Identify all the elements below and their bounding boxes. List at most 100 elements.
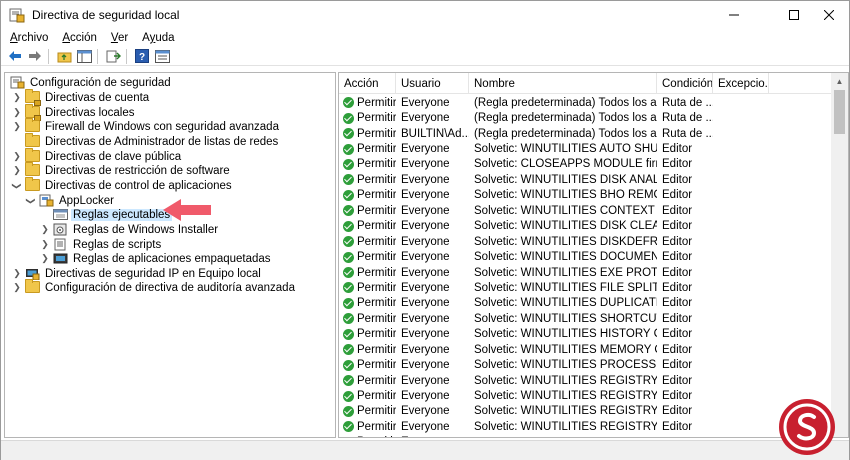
table-row[interactable]: Permitir Everyone Solvetic: WINUTILITIES F… (339, 280, 833, 295)
tree-item-reglas-ejecutables[interactable]: Reglas ejecutables (39, 207, 173, 222)
menu-archivo[interactable]: Archivo (1, 32, 55, 44)
toolbar-separator (97, 48, 98, 64)
chevron-right-icon[interactable]: ❯ (11, 282, 23, 294)
menu-ayuda[interactable]: Ayuda (135, 32, 181, 44)
cell-nombre: Solvetic: WINUTILITIES REGISTRYDEFRA... (474, 390, 657, 403)
tree-pane[interactable]: Configuración de seguridad ❯ Directivas … (4, 72, 336, 438)
back-button[interactable] (6, 48, 24, 64)
chevron-down-icon[interactable]: ❯ (11, 180, 23, 192)
tree-item-seguridad-ip[interactable]: ❯ Directivas de seguridad IP en Equipo l… (11, 266, 263, 281)
help-button[interactable]: ? (133, 48, 151, 64)
menu-accion[interactable]: Acción (55, 32, 104, 44)
scroll-up-arrow-icon[interactable]: ▲ (831, 73, 848, 90)
export-list-button[interactable] (104, 48, 122, 64)
menu-ver[interactable]: Ver (104, 32, 135, 44)
cell-usuario: Everyone (401, 328, 450, 341)
column-header-excepciones[interactable]: Excepcio... (713, 73, 769, 94)
table-row[interactable]: Permitir Everyone Solvetic: WINUTILITIES D… (339, 219, 833, 234)
column-header-condicion[interactable]: Condición (657, 73, 713, 94)
vertical-scrollbar[interactable]: ▲ (831, 73, 848, 437)
table-row[interactable]: Permitir BUILTIN\Ad... (Regla predetermina… (339, 126, 833, 141)
close-button[interactable] (806, 1, 850, 29)
chevron-right-icon[interactable]: ❯ (39, 239, 51, 251)
chevron-right-icon[interactable]: ❯ (11, 121, 23, 133)
table-row[interactable]: Permitir Everyone Solvetic: WINUTILITIES P… (339, 357, 833, 372)
minimize-button[interactable] (711, 1, 757, 29)
table-row[interactable]: Permitir Everyone Solvetic: WINUTILITIES D… (339, 249, 833, 264)
folder-icon (25, 118, 40, 133)
allow-check-icon (343, 405, 354, 417)
chevron-right-icon[interactable]: ❯ (39, 224, 51, 236)
cell-usuario: Everyone (401, 220, 450, 233)
tree-item-listas-de-redes[interactable]: Directivas de Administrador de listas de… (11, 133, 280, 149)
scrollbar-thumb[interactable] (834, 90, 845, 134)
cell-nombre: Solvetic: CLOSEAPPS MODULE firmado ... (474, 158, 657, 171)
table-row[interactable]: Permitir Everyone Solvetic: WINUTILITIES A… (339, 141, 833, 156)
chevron-right-icon[interactable]: ❯ (39, 253, 51, 265)
chevron-right-icon[interactable]: ❯ (11, 151, 23, 163)
cell-condicion: Editor (662, 235, 693, 248)
table-row[interactable]: Permitir Everyone Solvetic: CLOSEAPPS MODU… (339, 157, 833, 172)
tree-item-aplicaciones-empaquetadas[interactable]: ❯ Reglas de aplicaciones empaquetadas (39, 251, 273, 266)
table-row[interactable]: Permitir Everyone Solvetic: WINUTILITIES D… (339, 172, 833, 187)
cell-nombre: Solvetic: WINUTILITIES AUTO SHUTDO... (474, 143, 657, 156)
allow-check-icon (343, 236, 354, 248)
table-row[interactable]: Permitir Everyone Solvetic: WINUTILITIES D… (339, 296, 833, 311)
cell-usuario: Everyone (401, 96, 450, 109)
tree-item-auditoria-avanzada[interactable]: ❯ Configuración de directiva de auditorí… (11, 279, 297, 295)
table-row[interactable]: Permitir Everyone Solvetic: WINUTILITIES S… (339, 311, 833, 326)
cell-text: Permitir (357, 328, 396, 341)
table-row[interactable]: Permitir Everyone Solvetic: WINUTILITIES M… (339, 342, 833, 357)
cell-usuario: Everyone (401, 158, 450, 171)
table-row[interactable]: Permitir Everyone Solvetic: WINUTILITIES E… (339, 265, 833, 280)
table-row[interactable]: Permitir Everyone Solvetic: WINUTILITIES D… (339, 234, 833, 249)
table-row[interactable]: Permitir Everyone (Regla predeterminada) T… (339, 110, 833, 125)
tree-root[interactable]: Configuración de seguridad (8, 75, 173, 90)
table-row[interactable]: Permitir Everyone Solvetic: WINUTILITIES B… (339, 188, 833, 203)
table-row[interactable]: Permitir Everyone Solvetic: WINUTILITIES R… (339, 419, 833, 434)
allow-check-icon (343, 313, 354, 325)
tree-item-applocker[interactable]: ❯ AppLocker (25, 193, 116, 208)
chevron-right-icon[interactable]: ❯ (11, 92, 23, 104)
up-level-button[interactable] (55, 48, 73, 64)
column-header-accion[interactable]: Acción (339, 73, 396, 94)
table-row[interactable]: Permitir Everyone Solvetic: WINUTILITIES H… (339, 327, 833, 342)
cell-text: Permitir (357, 204, 396, 217)
cell-usuario: Everyone (401, 374, 450, 387)
table-row[interactable]: Permitir Everyone (Regla predeterminada) T… (339, 95, 833, 110)
show-hide-tree-button[interactable] (75, 48, 93, 64)
tree-item-directivas-de-cuenta[interactable]: ❯ Directivas de cuenta (11, 89, 151, 106)
tree-item-windows-installer[interactable]: ❯ Reglas de Windows Installer (39, 222, 220, 237)
close-icon (824, 10, 834, 20)
tree-item-reglas-scripts[interactable]: ❯ Reglas de scripts (39, 237, 163, 252)
chevron-right-icon[interactable]: ❯ (11, 268, 23, 280)
table-row[interactable]: Permitir Everyone Solvetic: WINUTILITIES R… (339, 388, 833, 403)
tree-item-label: Directivas de clave pública (45, 150, 182, 163)
cell-condicion: Editor (662, 297, 693, 310)
table-row[interactable]: Permitir Everyone Solvetic: WINUTILITIES R… (339, 373, 833, 388)
chevron-right-icon[interactable]: ❯ (11, 107, 23, 119)
cell-condicion: Editor (662, 328, 693, 341)
chevron-right-icon[interactable]: ❯ (11, 165, 23, 177)
cell-text: Permitir (357, 343, 396, 356)
cell-nombre: Solvetic: WINUTILITIES HISTORY CLEAN... (474, 328, 657, 341)
tree-item-restriccion-software[interactable]: ❯ Directivas de restricción de software (11, 162, 232, 178)
allow-check-icon (343, 282, 354, 294)
folder-icon (25, 177, 40, 192)
cell-condicion: Ruta de ... (662, 127, 713, 140)
table-row[interactable]: Permitir Everyone Solvetic: WINUTILITIES C… (339, 203, 833, 218)
tree-item-control-aplicaciones[interactable]: ❯ Directivas de control de aplicaciones (11, 177, 234, 193)
forward-button[interactable] (26, 48, 44, 64)
chevron-down-icon[interactable]: ❯ (25, 195, 37, 207)
rules-list-pane[interactable]: Acción Usuario Nombre Condición Excepcio… (338, 72, 849, 438)
allow-check-icon (343, 220, 354, 232)
tree-item-clave-publica[interactable]: ❯ Directivas de clave pública (11, 148, 183, 164)
security-policy-app-icon (9, 8, 25, 23)
properties-button[interactable] (153, 48, 171, 64)
table-row[interactable]: Permitir Everyone Solvetic: WINUTILITIES R… (339, 404, 833, 419)
table-row[interactable]: PermitirEveryone (339, 435, 833, 437)
column-header-usuario[interactable]: Usuario (396, 73, 469, 94)
column-header-nombre[interactable]: Nombre (469, 73, 657, 94)
tree-item-firewall[interactable]: ❯ Firewall de Windows con seguridad avan… (11, 118, 281, 134)
allow-check-icon (343, 158, 354, 170)
